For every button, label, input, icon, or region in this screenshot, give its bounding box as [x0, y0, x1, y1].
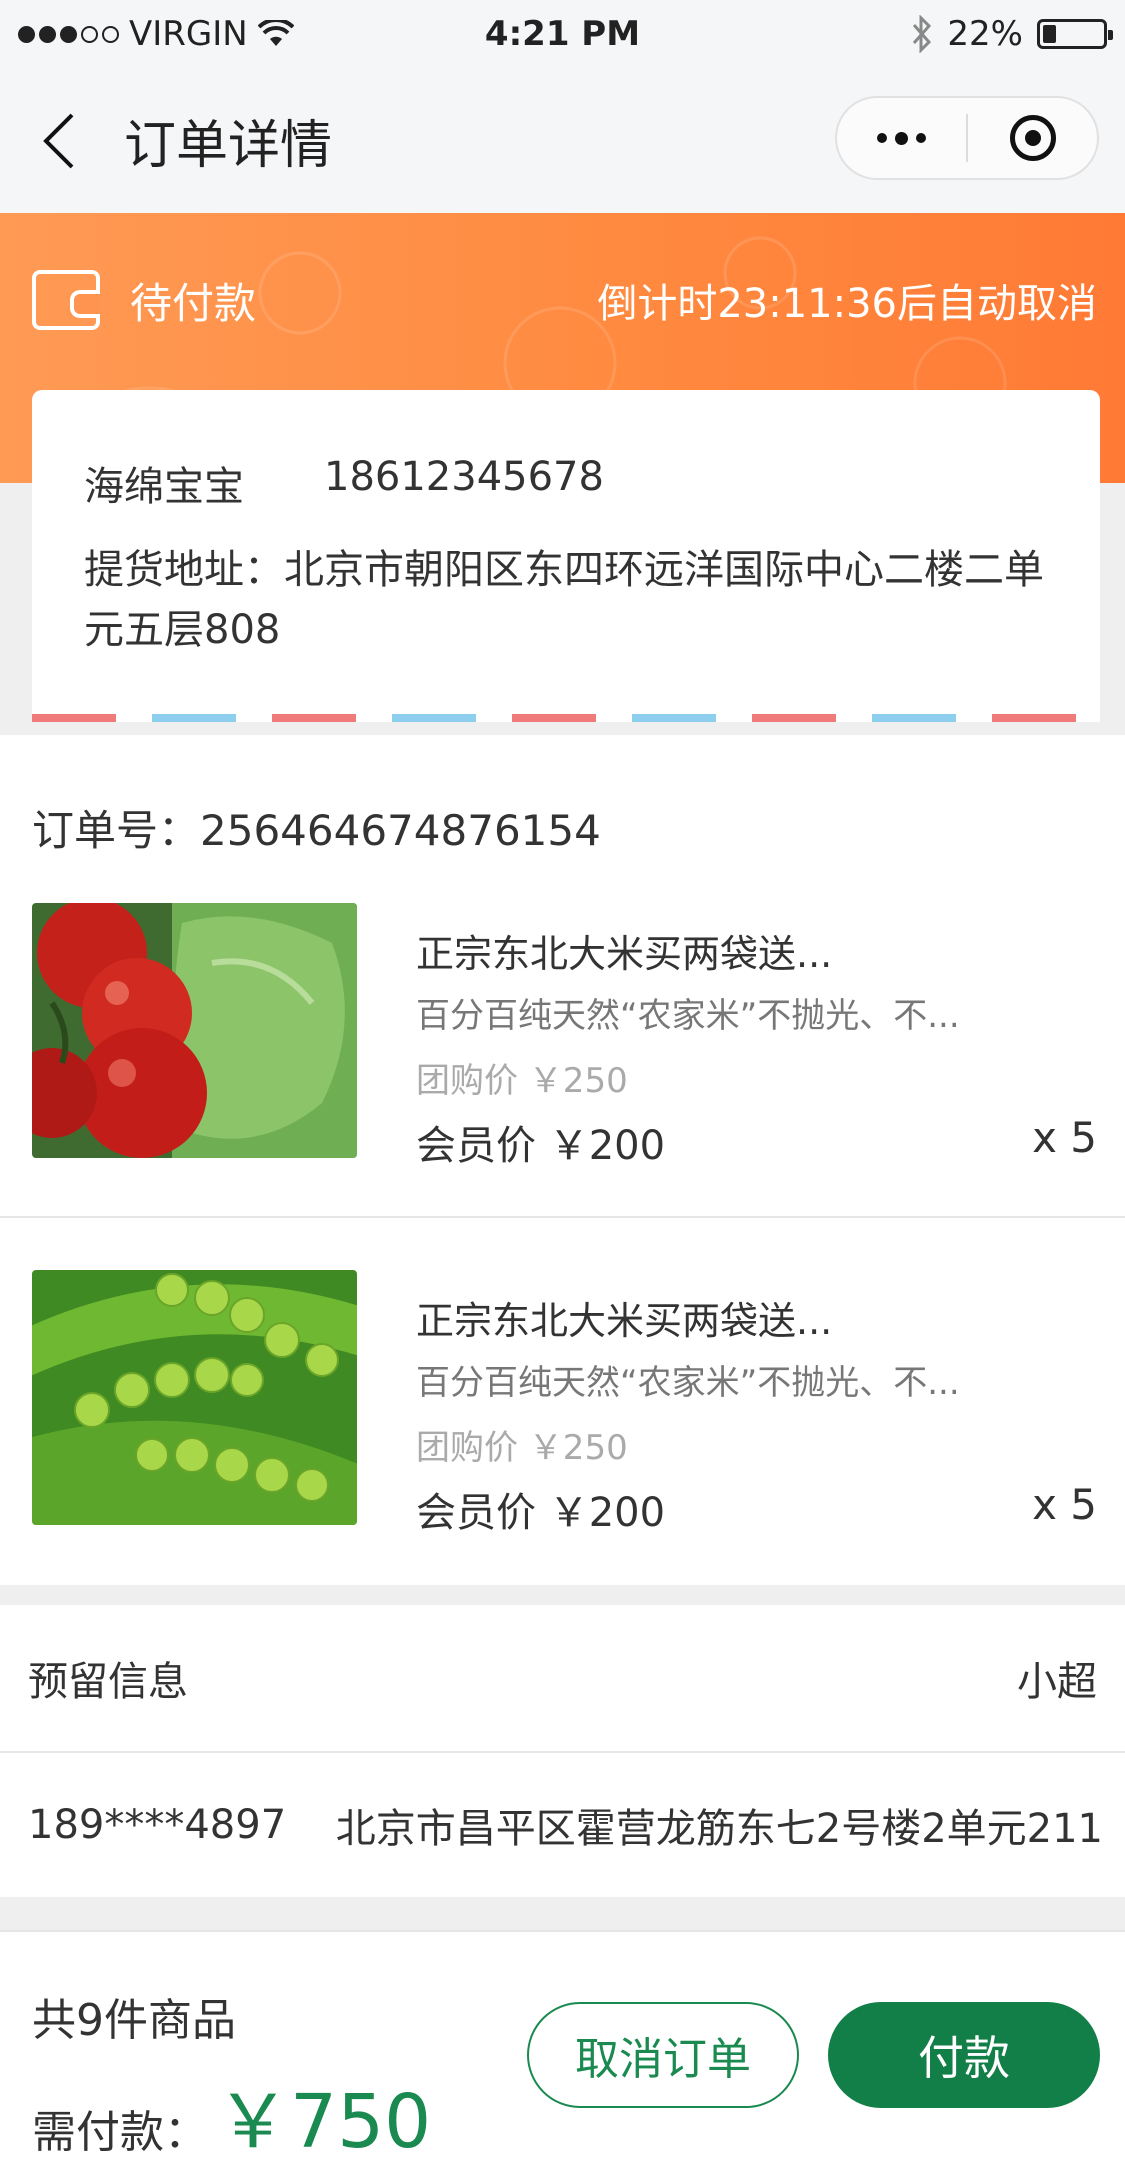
back-chevron-icon [43, 113, 74, 168]
item-quantity: x 5 [1032, 1113, 1097, 1162]
status-bar: VIRGIN 4:21 PM 22% [0, 0, 1125, 68]
reserved-address: 北京市昌平区霍营龙筋东七2号楼2单元211 [335, 1806, 1103, 1852]
reserved-name: 小超 [1017, 1659, 1097, 1705]
contact-line: 海绵宝宝 18612345678 [84, 454, 604, 512]
product-name: 正宗东北大米买两袋送... [416, 932, 833, 976]
bluetooth-icon [913, 15, 932, 53]
close-miniprogram-button[interactable] [968, 98, 1097, 178]
status-left: VIRGIN [18, 14, 294, 54]
product-desc: 百分百纯天然“农家米”不抛光、不... [416, 996, 960, 1036]
banner-status: 待付款 [32, 270, 256, 331]
product-image [32, 903, 357, 1158]
target-icon [1009, 115, 1056, 161]
back-button[interactable] [28, 111, 88, 171]
envelope-stripe [32, 714, 1100, 722]
reserved-phone: 189****4897 [28, 1802, 287, 1848]
group-price: 团购价 ￥250 [416, 1061, 628, 1101]
reserved-info-label: 预留信息 [28, 1659, 188, 1705]
item-divider [0, 1216, 1125, 1218]
more-dots-icon [877, 131, 926, 145]
order-item[interactable]: 正宗东北大米买两袋送... 百分百纯天然“农家米”不抛光、不... 团购价 ￥2… [0, 1270, 1125, 1640]
total-count: 共9件商品 [32, 1995, 236, 2046]
order-section: 订单号：256464674876154 正宗东北大米买两袋送... 百分百纯天然… [0, 735, 1125, 1585]
status-right: 22% [911, 14, 1113, 54]
nav-bar: 订单详情 [0, 68, 1125, 213]
product-image [32, 1270, 357, 1525]
carrier-label: VIRGIN [129, 14, 248, 54]
countdown-text: 倒计时23:11:36后自动取消 [597, 281, 1097, 327]
miniprogram-capsule [835, 96, 1099, 180]
wallet-icon [32, 270, 100, 330]
more-button[interactable] [837, 98, 966, 178]
pay-label: 需付款： [32, 2107, 208, 2158]
address-card: 海绵宝宝 18612345678 提货地址：北京市朝阳区东四环远洋国际中心二楼二… [32, 390, 1100, 722]
product-name: 正宗东北大米买两袋送... [416, 1299, 833, 1343]
page-title: 订单详情 [124, 116, 333, 176]
wifi-icon [257, 20, 294, 46]
group-price: 团购价 ￥250 [416, 1428, 628, 1468]
product-desc: 百分百纯天然“农家米”不抛光、不... [416, 1363, 960, 1403]
item-quantity: x 5 [1032, 1480, 1097, 1529]
signal-dots [18, 25, 119, 43]
order-number: 订单号：256464674876154 [32, 806, 601, 855]
reserved-info-header: 预留信息 小超 [0, 1605, 1125, 1751]
status-label: 待付款 [130, 278, 257, 328]
contact-name: 海绵宝宝 [84, 464, 244, 510]
cancel-order-button[interactable]: 取消订单 [527, 2002, 799, 2108]
battery-percent: 22% [947, 14, 1023, 54]
pickup-address: 提货地址：北京市朝阳区东四环远洋国际中心二楼二单元五层808 [84, 547, 1044, 653]
contact-phone: 18612345678 [324, 454, 604, 500]
pay-amount: ￥750 [216, 2079, 432, 2165]
pay-button[interactable]: 付款 [828, 2002, 1100, 2108]
banner-row: 待付款 倒计时23:11:36后自动取消 [32, 265, 1097, 335]
reserved-contact-row: 189****4897 北京市昌平区霍营龙筋东七2号楼2单元211 [0, 1753, 1125, 1897]
member-price: 会员价 ￥200 [416, 1123, 666, 1169]
reserved-info-section: 预留信息 小超 189****4897 北京市昌平区霍营龙筋东七2号楼2单元21… [0, 1605, 1125, 1897]
battery-icon [1037, 19, 1113, 49]
member-price: 会员价 ￥200 [416, 1490, 666, 1536]
checkout-footer: 共9件商品 需付款： ￥750 取消订单 付款 [0, 1930, 1125, 2177]
payment-amount-line: 需付款： ￥750 [32, 2062, 431, 2169]
